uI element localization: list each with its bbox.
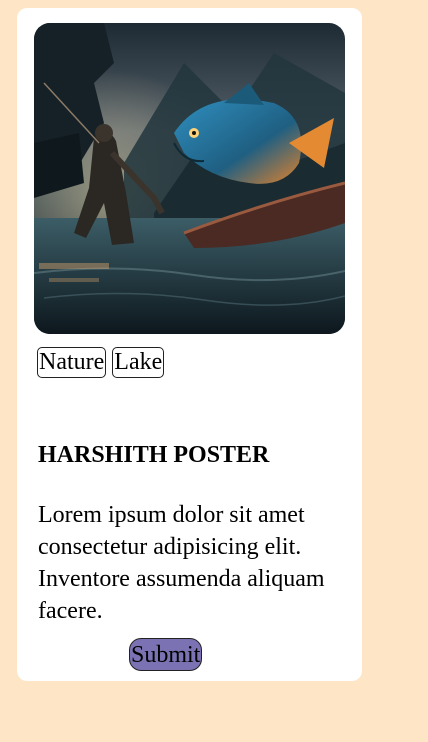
- poster-card: Nature Lake HARSHITH POSTER Lorem ipsum …: [17, 8, 362, 681]
- tag-list: Nature Lake: [37, 347, 165, 378]
- poster-image: [34, 23, 345, 334]
- fisherman-fish-illustration-icon: [34, 23, 345, 334]
- poster-description: Lorem ipsum dolor sit amet consectetur a…: [38, 502, 325, 624]
- tag-lake[interactable]: Lake: [112, 347, 165, 378]
- submit-button[interactable]: Submit: [129, 638, 203, 671]
- poster-title: HARSHITH POSTER: [38, 442, 270, 468]
- tag-nature[interactable]: Nature: [37, 347, 107, 378]
